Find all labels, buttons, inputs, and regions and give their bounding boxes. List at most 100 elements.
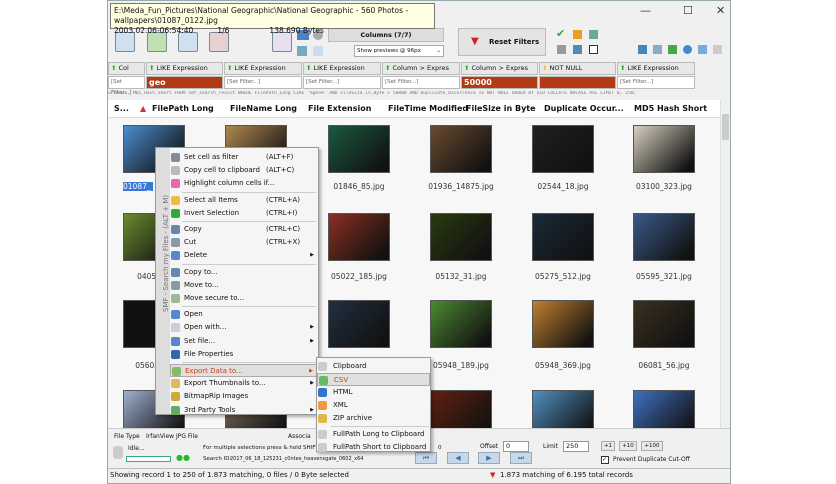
submenu-item-csv[interactable]: CSV — [317, 373, 430, 386]
thumbnail-filename[interactable]: 03100_323.jpg — [614, 182, 714, 191]
menu-item-highlight-column-cells-if[interactable]: Highlight column cells if... — [170, 177, 318, 190]
filter-operator-select[interactable]: ⬆ LIKE Expression — [146, 62, 223, 75]
thumbnail-image[interactable] — [532, 300, 594, 348]
copy-icon[interactable] — [313, 46, 323, 56]
menu-item-delete[interactable]: Delete ▶ — [170, 249, 318, 262]
filter-operator-select[interactable]: ⬆ Column > Expres — [461, 62, 538, 75]
filter-operator-select[interactable]: ⬆ NOT NULL — [539, 62, 616, 75]
network-icon[interactable] — [638, 45, 647, 54]
column-header-cell[interactable]: FileName Long — [230, 104, 297, 113]
thumbnail-image[interactable] — [633, 213, 695, 261]
thumbnail-image[interactable] — [328, 213, 390, 261]
thumbnail-image[interactable] — [430, 213, 492, 261]
lock-icon[interactable] — [573, 30, 582, 39]
thumbnail-filename[interactable]: 05595_321.jpg — [614, 272, 714, 281]
thumbnail-image[interactable] — [430, 390, 492, 428]
thumbnail-filename[interactable]: 01936_14875.jpg — [411, 182, 511, 191]
next-page-button[interactable]: ▶ — [478, 452, 500, 464]
column-header-cell[interactable]: S... — [114, 104, 129, 113]
menu-item-copy-cell-to-clipboard[interactable]: Copy cell to clipboard (ALT+C) — [170, 164, 318, 177]
thumbnail-filename[interactable]: 05022_185.jpg — [309, 272, 409, 281]
step-1-button[interactable]: +1 — [601, 441, 615, 451]
submenu-item-fullpath-short-to-clipboard[interactable]: FullPath Short to Clipboard — [317, 441, 430, 454]
thumbnail-filename[interactable]: 01846_85.jpg — [309, 182, 409, 191]
maximize-button[interactable]: ☐ — [683, 4, 693, 17]
thumbnail-image[interactable] — [430, 300, 492, 348]
close-button[interactable]: ✕ — [716, 4, 725, 17]
menu-item-export-thumbnails-to[interactable]: Export Thumbnails to... ▶ — [170, 377, 318, 390]
reset-filters-button[interactable]: ▼ Reset Filters — [458, 28, 546, 56]
menu-item-cut[interactable]: Cut (CTRL+X) — [170, 236, 318, 249]
submenu-item-fullpath-long-to-clipboard[interactable]: FullPath Long to Clipboard — [317, 428, 430, 441]
thumbnail-image[interactable] — [633, 300, 695, 348]
link-icon[interactable] — [698, 45, 707, 54]
puzzle-icon[interactable] — [557, 45, 566, 54]
layout-icon[interactable] — [297, 46, 307, 56]
filter-input[interactable]: [Set Filter...] — [303, 76, 381, 89]
offset-input[interactable]: 0 — [503, 441, 529, 452]
d-icon[interactable] — [668, 45, 677, 54]
filter-input[interactable]: 50000 — [461, 76, 538, 89]
checkbox-icon[interactable] — [589, 45, 598, 54]
submenu-item-clipboard[interactable]: Clipboard — [317, 360, 430, 373]
thumbnail-filename[interactable]: 01087_ — [123, 182, 153, 191]
thumbnail-image[interactable] — [328, 300, 390, 348]
menu-item-file-properties[interactable]: File Properties — [170, 348, 318, 361]
submenu-item-html[interactable]: HTML — [317, 386, 430, 399]
prev-page-button[interactable]: ◀ — [447, 452, 469, 464]
filter-operator-select[interactable]: ⬆ LIKE Expression — [303, 62, 381, 75]
filter-input[interactable]: geo — [146, 76, 223, 89]
filter-input[interactable]: [Set Filter...] — [617, 76, 695, 89]
filter-operator-select[interactable]: ⬆ Column > Expres — [382, 62, 460, 75]
thumbnail-image[interactable] — [430, 125, 492, 173]
filter-input[interactable]: [Set Filter...] — [108, 76, 145, 96]
menu-item-export-data-to[interactable]: Export Data to... ▶ — [170, 364, 318, 377]
thumbnail-image[interactable] — [532, 125, 594, 173]
thumbnail-filename[interactable]: 05948_369.jpg — [513, 361, 613, 370]
thumbnail-filename[interactable]: 06081_56.jpg — [614, 361, 714, 370]
vertical-scrollbar[interactable] — [720, 100, 730, 428]
menu-item-copy[interactable]: Copy (CTRL+C) — [170, 223, 318, 236]
step-10-button[interactable]: +10 — [619, 441, 637, 451]
prevent-dup-checkbox[interactable]: ✓ — [601, 456, 609, 464]
thumbnail-filename[interactable]: 02544_18.jpg — [513, 182, 613, 191]
step-100-button[interactable]: +100 — [641, 441, 663, 451]
thumbnail-image[interactable] — [633, 390, 695, 428]
menu-item-copy-to[interactable]: Copy to... — [170, 266, 318, 279]
menu-item-set-file[interactable]: Set file... ▶ — [170, 335, 318, 348]
filter-operator-select[interactable]: ⬆ LIKE Expression — [617, 62, 695, 75]
menu-item-select-all-items[interactable]: Select all Items (CTRL+A) — [170, 194, 318, 207]
column-header-cell[interactable]: Duplicate Occur... — [544, 104, 624, 113]
last-page-button[interactable]: ⏭ — [510, 452, 532, 464]
thumbnail-filename[interactable]: 05132_31.jpg — [411, 272, 511, 281]
menu-item-3rd-party-tools[interactable]: 3rd Party Tools ▶ — [170, 404, 318, 417]
check-icon[interactable]: ✔ — [556, 27, 565, 40]
thumbnail-image[interactable] — [633, 125, 695, 173]
column-header-cell[interactable]: File Extension — [308, 104, 371, 113]
clock-icon[interactable] — [683, 45, 692, 54]
home-icon[interactable] — [713, 45, 722, 54]
limit-input[interactable]: 250 — [563, 441, 589, 452]
column-header-cell[interactable]: MD5 Hash Short — [634, 104, 707, 113]
preview-size-select[interactable]: Show previews @ 96px ⌄ — [354, 45, 444, 57]
thumbnail-filename[interactable]: 05275_512.jpg — [513, 272, 613, 281]
submenu-item-xml[interactable]: XML — [317, 399, 430, 412]
menu-item-open-with[interactable]: Open with... ▶ — [170, 321, 318, 334]
filter-input[interactable]: [Set Filter...] — [224, 76, 302, 89]
filter-operator-select[interactable]: ⬆ Col — [108, 62, 145, 75]
menu-item-set-cell-as-filter[interactable]: Set cell as filter (ALT+F) — [170, 151, 318, 164]
fullscreen-icon[interactable] — [653, 45, 662, 54]
thumbnail-image[interactable] — [328, 125, 390, 173]
thumbnail-image[interactable] — [532, 390, 594, 428]
submenu-item-zip-archive[interactable]: ZIP archive — [317, 412, 430, 425]
menu-item-move-to[interactable]: Move to... — [170, 279, 318, 292]
scrollbar-thumb[interactable] — [722, 114, 729, 140]
db-icon[interactable] — [589, 30, 598, 39]
column-header-cell[interactable]: FilePath Long — [152, 104, 214, 113]
menu-item-move-secure-to[interactable]: Move secure to... — [170, 292, 318, 305]
thumbnail-image[interactable] — [532, 213, 594, 261]
filter-input[interactable] — [539, 76, 616, 89]
menu-item-invert-selection[interactable]: Invert Selection (CTRL+I) — [170, 207, 318, 220]
menu-item-bitmaprip-images[interactable]: BitmapRip Images — [170, 390, 318, 403]
filter-operator-select[interactable]: ⬆ LIKE Expression — [224, 62, 302, 75]
